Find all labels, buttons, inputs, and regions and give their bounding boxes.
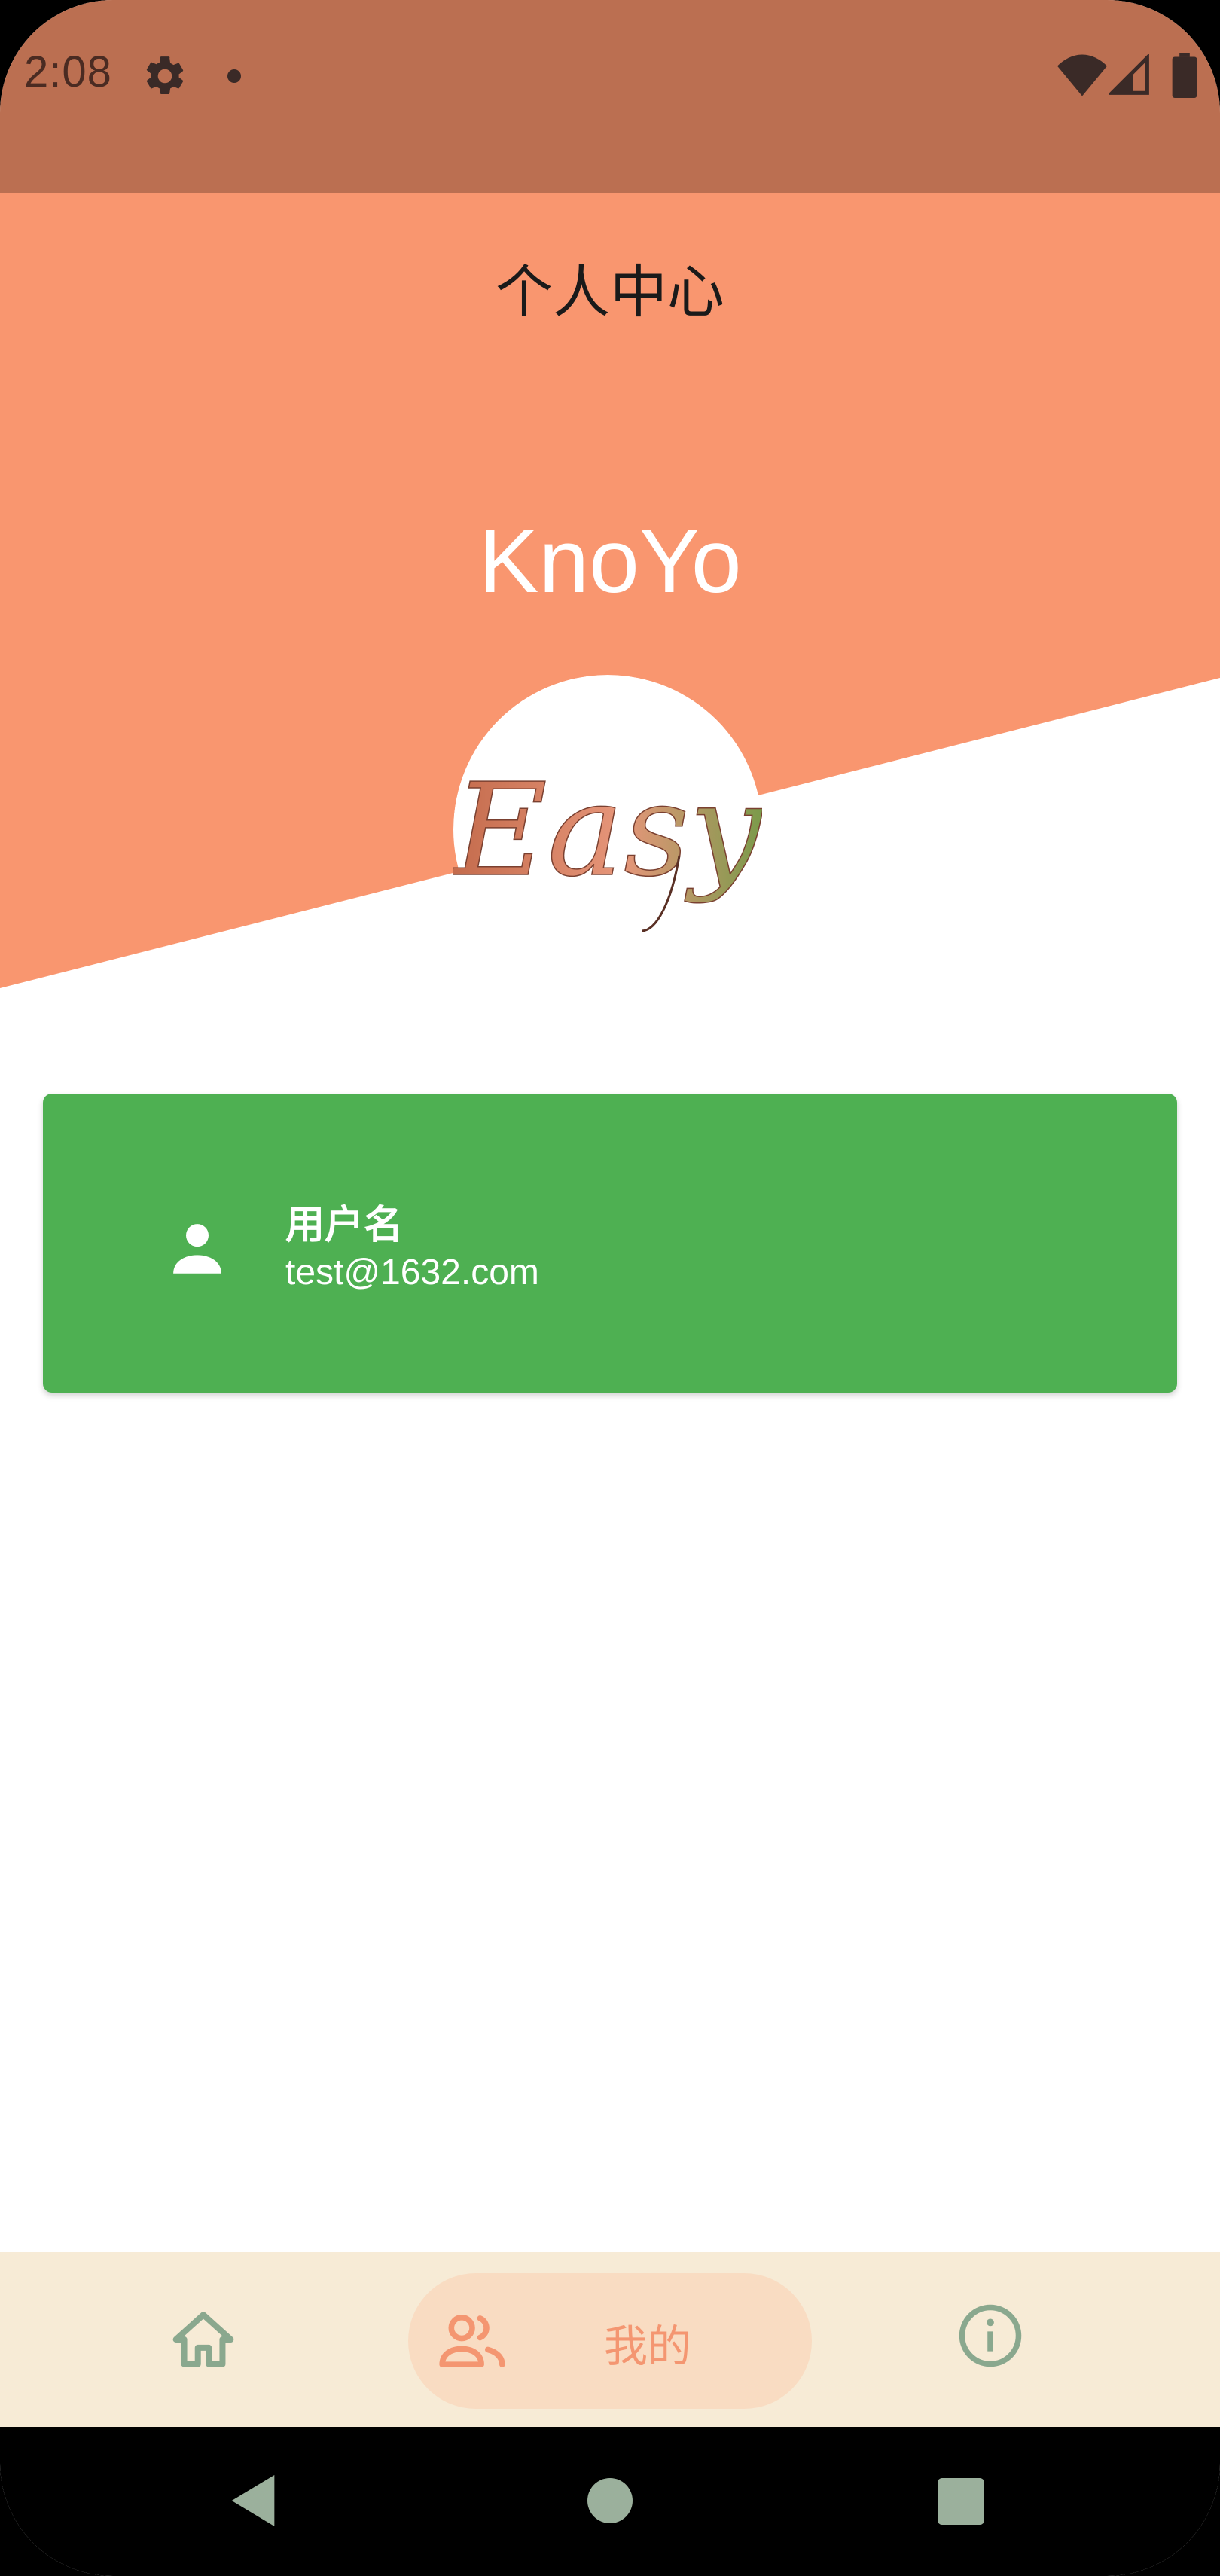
wifi-icon xyxy=(1057,54,1107,96)
notification-dot xyxy=(227,69,241,83)
logo-text: Easy xyxy=(453,756,762,905)
battery-icon xyxy=(1172,53,1197,98)
gear-icon xyxy=(146,56,184,94)
people-icon xyxy=(439,2315,505,2367)
nav-item-mine[interactable]: 我的 xyxy=(408,2273,812,2409)
user-name: 用户名 xyxy=(285,1203,404,1248)
easy-logo: Easy xyxy=(453,675,762,932)
home-icon xyxy=(172,2312,234,2367)
info-icon xyxy=(959,2304,1022,2367)
signal-icon xyxy=(1109,54,1149,95)
page-title: 个人中心 xyxy=(496,258,724,325)
user-email: test@1632.com xyxy=(285,1253,539,1293)
bottom-navigation: 我的 xyxy=(0,2252,1220,2427)
status-bar: 2:08 xyxy=(0,0,1220,193)
phone-screen: 2:08 个人中心 KnoYo Easy 用户名 test@1632.com 我… xyxy=(0,0,1220,2576)
profile-header: 个人中心 KnoYo Easy xyxy=(0,193,1220,991)
nav-label-mine: 我的 xyxy=(604,2321,692,2372)
recents-icon[interactable] xyxy=(938,2478,984,2525)
user-card[interactable]: 用户名 test@1632.com xyxy=(43,1094,1177,1393)
home-circle-icon[interactable] xyxy=(587,2478,633,2523)
brand-name: KnoYo xyxy=(478,511,742,612)
back-icon[interactable] xyxy=(230,2475,276,2526)
nav-item-home[interactable] xyxy=(120,2252,286,2427)
system-navigation-bar xyxy=(0,2427,1220,2576)
person-icon xyxy=(173,1224,221,1274)
nav-item-about[interactable] xyxy=(934,2252,1039,2427)
status-time: 2:08 xyxy=(24,47,112,96)
